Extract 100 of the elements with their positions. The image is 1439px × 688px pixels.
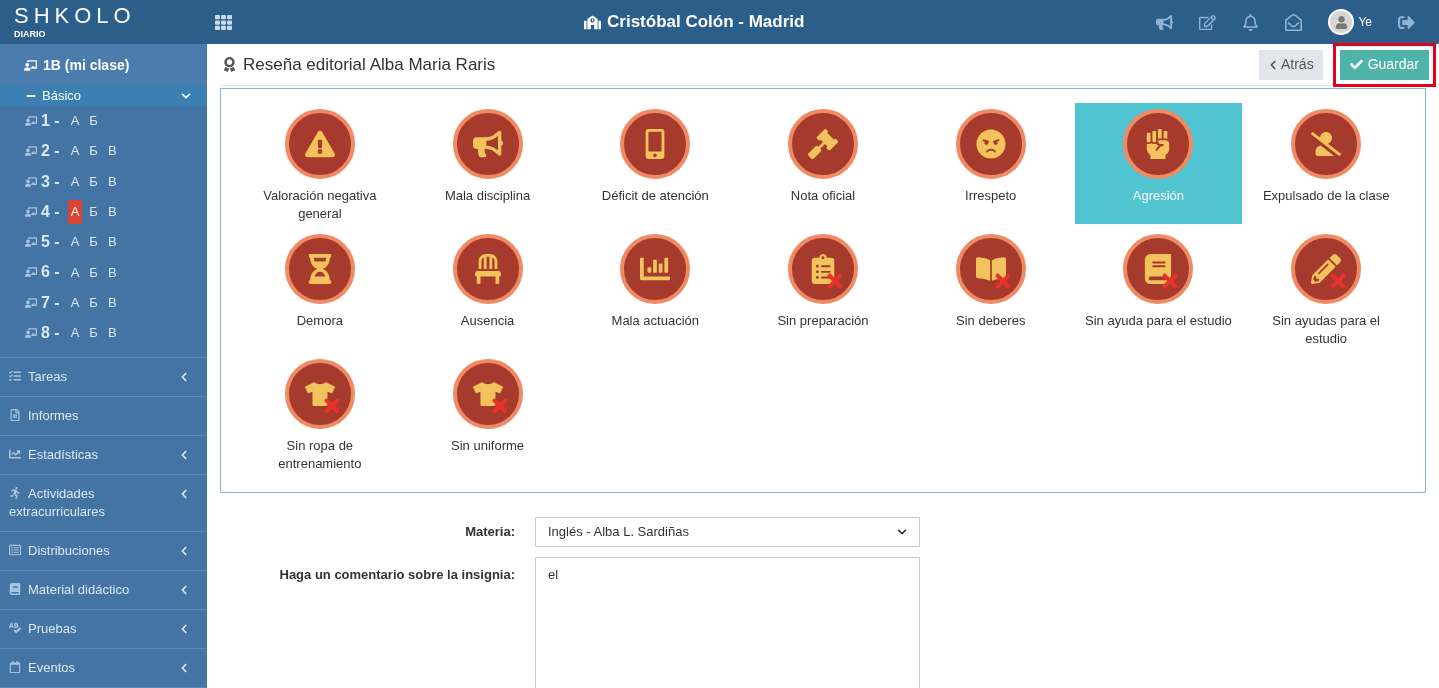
badge-label: Sin preparación xyxy=(777,312,869,330)
section-link[interactable]: А xyxy=(67,109,83,133)
section-link[interactable]: В xyxy=(104,200,120,224)
badge-option[interactable]: Sin preparación xyxy=(739,228,907,349)
classroom-icon xyxy=(25,205,37,218)
section-link[interactable]: Б xyxy=(86,109,101,133)
badge-option[interactable]: Expulsado de la clase xyxy=(1242,103,1410,224)
section-link[interactable]: В xyxy=(104,321,120,345)
chevron-icon xyxy=(179,624,189,635)
envelope-icon[interactable] xyxy=(1285,13,1303,31)
badge-option[interactable]: Sin ropa de entrenamiento xyxy=(236,353,404,474)
badge-label: Déficit de atención xyxy=(601,187,709,205)
badge-option[interactable]: Sin uniforme xyxy=(403,353,572,474)
section-link[interactable]: А xyxy=(67,230,83,254)
section-link[interactable]: В xyxy=(104,169,120,194)
grade-number: 2 - xyxy=(41,141,60,162)
runner-icon xyxy=(9,487,21,500)
badge-option[interactable]: Nota oficial xyxy=(739,103,907,224)
megaphone-icon[interactable] xyxy=(1156,13,1174,31)
section-link[interactable]: В xyxy=(104,230,120,254)
document-icon xyxy=(9,409,21,422)
badge-label: Expulsado de la clase xyxy=(1262,187,1390,205)
list-icon xyxy=(9,544,21,557)
badge-label: Nota oficial xyxy=(790,187,856,205)
calendar-icon xyxy=(9,661,21,674)
section-link[interactable]: В xyxy=(104,260,120,285)
spell-check-icon xyxy=(9,622,21,635)
section-link[interactable]: Б xyxy=(86,290,101,315)
badge-option[interactable]: Agresión xyxy=(1074,103,1243,224)
badge-label: Sin ayudas para el estudio xyxy=(1271,312,1381,348)
badge-option[interactable]: Sin ayuda para el estudio xyxy=(1074,228,1243,349)
classroom-icon xyxy=(25,236,37,249)
badge-option[interactable]: Demora xyxy=(236,228,404,349)
sidebar-item[interactable]: Material didáctico xyxy=(0,571,207,611)
classroom-icon xyxy=(25,145,37,158)
school-name: Cristóbal Colón - Madrid xyxy=(607,11,805,34)
class-item[interactable]: 1B (mi clase) xyxy=(0,44,207,87)
section-link[interactable]: Б xyxy=(86,169,101,194)
badge-label: Sin uniforme xyxy=(451,437,525,455)
badge-label: Sin ayuda para el estudio xyxy=(1085,312,1232,330)
checklist-icon xyxy=(9,370,21,383)
sidebar-item[interactable]: Estadísticas xyxy=(0,436,207,476)
user-name[interactable]: Ye xyxy=(1358,13,1372,31)
chevron-icon xyxy=(179,585,189,596)
classroom-icon xyxy=(25,114,37,127)
chevron-icon xyxy=(179,546,189,557)
classroom-icon xyxy=(24,58,37,72)
logout-icon[interactable] xyxy=(1398,13,1415,31)
badge-option[interactable]: Mala actuación xyxy=(571,228,740,349)
section-link[interactable]: Б xyxy=(86,200,101,224)
sidebar-item[interactable]: Eventos xyxy=(0,649,207,688)
sidebar-item[interactable]: Actividades extracurriculares xyxy=(0,475,207,533)
bell-icon[interactable] xyxy=(1242,13,1260,31)
grade-number: 5 - xyxy=(41,232,60,253)
section-link[interactable]: В xyxy=(104,139,120,163)
badge-option[interactable]: Ausencia xyxy=(403,228,572,349)
award-icon xyxy=(222,57,237,72)
group-header[interactable]: Básico xyxy=(0,86,207,106)
badge-option[interactable]: Sin ayudas para el estudio xyxy=(1242,228,1410,349)
section-link[interactable]: А xyxy=(67,290,83,315)
chevron-icon xyxy=(897,527,907,537)
logo[interactable]: SHKOLO xyxy=(14,5,207,27)
books-icon xyxy=(9,583,21,596)
section-link[interactable]: А xyxy=(67,139,83,163)
badge-label: Valoración negativa general xyxy=(262,187,378,223)
apps-menu-button[interactable] xyxy=(215,13,232,31)
edit-icon[interactable] xyxy=(1199,13,1217,31)
subject-select[interactable]: Inglés - Alba L. Sardiñas xyxy=(535,517,920,547)
chevron-icon xyxy=(179,663,189,674)
save-button[interactable]: Guardar xyxy=(1339,49,1429,80)
comment-field[interactable]: el xyxy=(535,557,920,688)
section-link[interactable]: В xyxy=(104,290,120,315)
classroom-icon xyxy=(25,266,37,279)
grade-number: 1 - xyxy=(41,110,60,131)
badge-option[interactable]: Irrespeto xyxy=(906,103,1075,224)
line-chart-icon xyxy=(9,448,21,461)
badge-label: Sin ropa de entrenamiento xyxy=(277,437,363,473)
section-link[interactable]: Б xyxy=(86,321,101,345)
avatar[interactable] xyxy=(1328,9,1355,35)
section-link[interactable]: А xyxy=(67,169,83,194)
section-link[interactable]: А xyxy=(67,321,83,345)
section-link[interactable]: А xyxy=(67,200,83,224)
sidebar-item[interactable]: Informes xyxy=(0,397,207,437)
badge-option[interactable]: Déficit de atención xyxy=(571,103,740,224)
grade-number: 6 - xyxy=(41,262,60,283)
section-link[interactable]: Б xyxy=(86,139,101,163)
sidebar-item[interactable]: Tareas xyxy=(0,358,207,398)
back-button[interactable]: Atrás xyxy=(1258,49,1323,80)
classroom-icon xyxy=(25,175,37,188)
badge-option[interactable]: Valoración negativa general xyxy=(236,103,404,224)
badge-option[interactable]: Mala disciplina xyxy=(403,103,572,224)
sidebar-item[interactable]: Distribuciones xyxy=(0,532,207,572)
badge-label: Mala disciplina xyxy=(444,187,531,205)
badge-option[interactable]: Sin deberes xyxy=(906,228,1075,349)
grade-number: 3 - xyxy=(41,171,60,192)
section-link[interactable]: Б xyxy=(86,260,101,285)
badge-label: Sin deberes xyxy=(956,312,1026,330)
section-link[interactable]: Б xyxy=(86,230,101,254)
section-link[interactable]: А xyxy=(67,260,83,285)
sidebar-item[interactable]: Pruebas xyxy=(0,610,207,650)
